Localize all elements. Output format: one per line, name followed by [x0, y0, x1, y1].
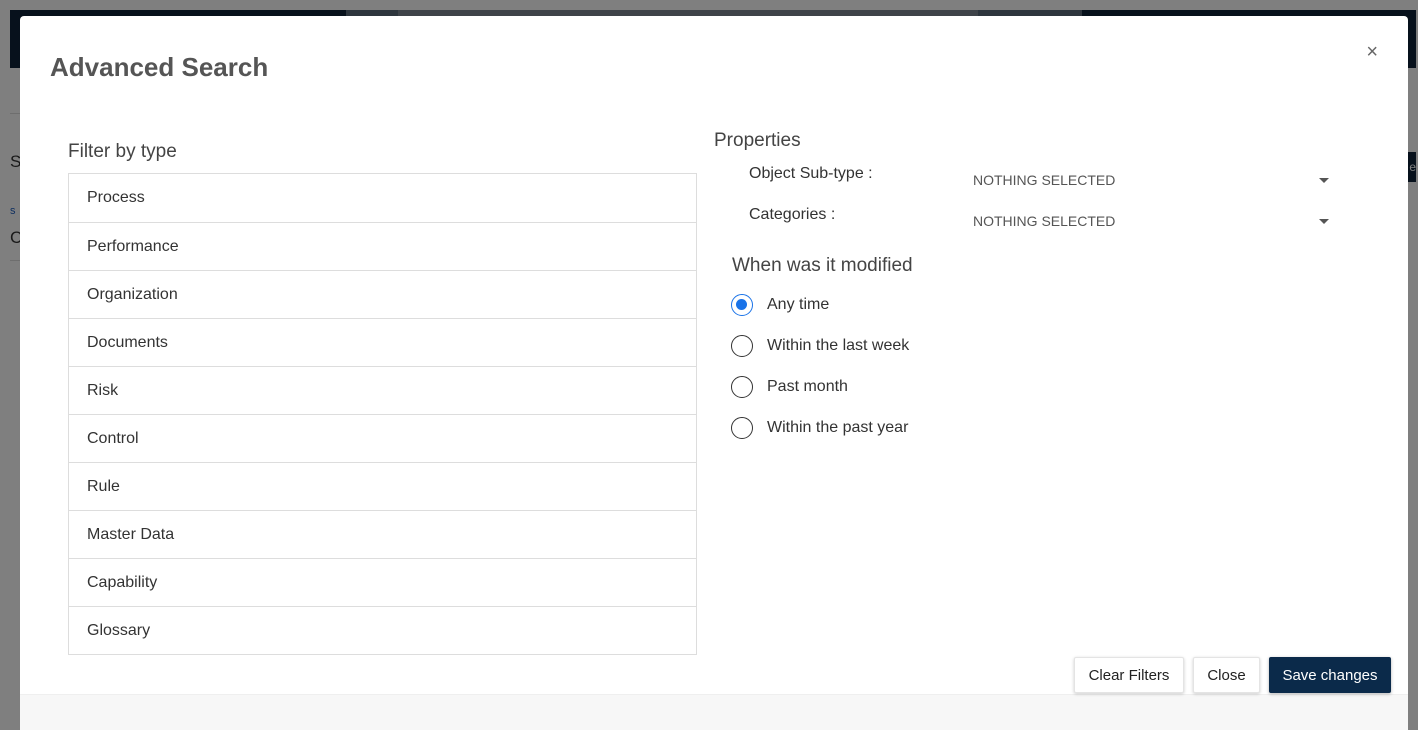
- radio-label: Any time: [767, 296, 830, 313]
- type-item-control[interactable]: Control: [69, 414, 696, 462]
- radio-option-any-time[interactable]: Any time: [731, 294, 829, 316]
- type-item-risk[interactable]: Risk: [69, 366, 696, 414]
- radio-option-past-month[interactable]: Past month: [731, 376, 848, 398]
- radio-label: Past month: [767, 378, 848, 395]
- type-item-rule[interactable]: Rule: [69, 462, 696, 510]
- type-item-capability[interactable]: Capability: [69, 558, 696, 606]
- advanced-search-modal: Advanced Search × Filter by type Process…: [20, 16, 1408, 730]
- type-list: Process Performance Organization Documen…: [68, 173, 697, 655]
- close-icon[interactable]: ×: [1366, 42, 1378, 62]
- type-item-process[interactable]: Process: [69, 174, 696, 222]
- object-subtype-select[interactable]: NOTHING SELECTED: [973, 166, 1333, 194]
- categories-label: Categories :: [749, 206, 836, 223]
- modal-footer: [20, 694, 1408, 730]
- object-subtype-label: Object Sub-type :: [749, 165, 873, 182]
- categories-value: NOTHING SELECTED: [973, 213, 1116, 229]
- modified-title: When was it modified: [732, 255, 913, 276]
- properties-title: Properties: [714, 130, 801, 151]
- radio-label: Within the last week: [767, 337, 910, 354]
- radio-button[interactable]: [731, 376, 753, 398]
- radio-button[interactable]: [731, 335, 753, 357]
- filter-by-type-title: Filter by type: [68, 141, 177, 162]
- radio-button[interactable]: [731, 417, 753, 439]
- modal-title: Advanced Search: [50, 52, 269, 82]
- radio-option-past-year[interactable]: Within the past year: [731, 417, 908, 439]
- clear-filters-button[interactable]: Clear Filters: [1074, 657, 1184, 693]
- type-item-performance[interactable]: Performance: [69, 222, 696, 270]
- object-subtype-value: NOTHING SELECTED: [973, 172, 1116, 188]
- radio-label: Within the past year: [767, 419, 909, 436]
- type-item-master-data[interactable]: Master Data: [69, 510, 696, 558]
- type-item-organization[interactable]: Organization: [69, 270, 696, 318]
- save-changes-button[interactable]: Save changes: [1269, 657, 1391, 693]
- caret-down-icon: [1319, 178, 1329, 183]
- close-button[interactable]: Close: [1193, 657, 1260, 693]
- radio-button[interactable]: [731, 294, 753, 316]
- caret-down-icon: [1319, 219, 1329, 224]
- radio-option-last-week[interactable]: Within the last week: [731, 335, 909, 357]
- type-item-documents[interactable]: Documents: [69, 318, 696, 366]
- categories-select[interactable]: NOTHING SELECTED: [973, 207, 1333, 235]
- type-item-glossary[interactable]: Glossary: [69, 606, 696, 654]
